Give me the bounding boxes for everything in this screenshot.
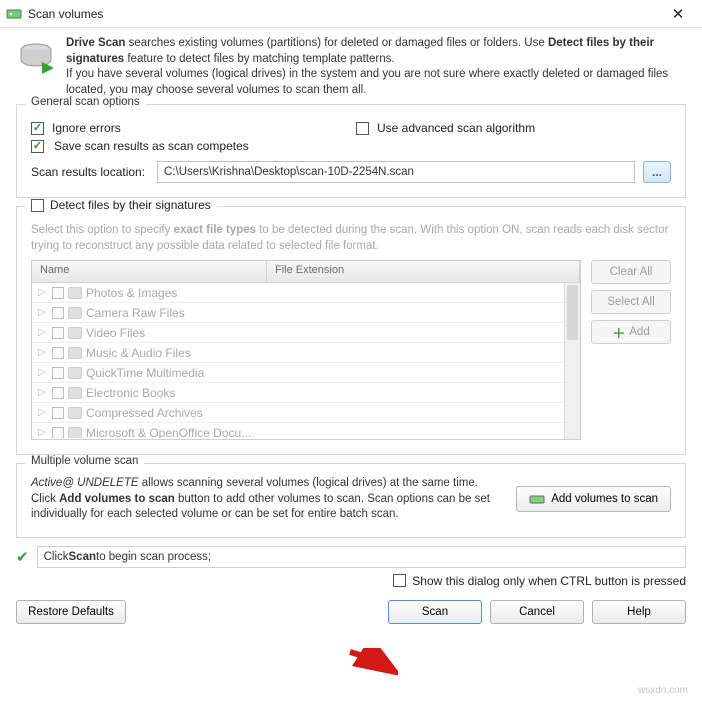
chevron-right-icon: ▷ [38,307,48,318]
filetype-checkbox[interactable] [52,367,64,379]
use-advanced-label: Use advanced scan algorithm [377,121,535,135]
general-scan-options: General scan options Ignore errors Use a… [16,104,686,198]
titlebar: Scan volumes ✕ [0,0,702,28]
save-results-checkbox[interactable] [31,140,44,153]
detect-files-checkbox[interactable] [31,199,44,212]
filetype-label: Microsoft & OpenOffice Docu... [86,426,251,439]
filetype-label: Photos & Images [86,286,177,300]
folder-icon [68,287,82,299]
watermark: wsxdn.com [638,685,688,696]
list-item[interactable]: ▷ Video Files [32,323,580,343]
list-item[interactable]: ▷ Photos & Images [32,283,580,303]
select-all-button[interactable]: Select All [591,290,671,314]
filetype-checkbox[interactable] [52,287,64,299]
show-dialog-label: Show this dialog only when CTRL button i… [412,574,686,588]
filetype-label: Electronic Books [86,386,175,400]
status-row: ✔ Click Scan to begin scan process; [16,546,686,568]
folder-icon [68,307,82,319]
window-title: Scan volumes [28,7,660,21]
filetype-checkbox[interactable] [52,427,64,439]
detect-files-section: Detect files by their signatures Select … [16,206,686,455]
list-item[interactable]: ▷ Camera Raw Files [32,303,580,323]
location-input[interactable]: C:\Users\Krishna\Desktop\scan-10D-2254N.… [157,161,635,183]
filetype-checkbox[interactable] [52,327,64,339]
folder-icon [68,367,82,379]
list-item[interactable]: ▷ QuickTime Multimedia [32,363,580,383]
intro-bold1: Drive Scan [66,37,125,49]
list-item[interactable]: ▷ Compressed Archives [32,403,580,423]
clear-all-button[interactable]: Clear All [591,260,671,284]
filetype-checkbox[interactable] [52,307,64,319]
folder-icon [68,427,82,439]
col-ext: File Extension [267,261,580,282]
scan-button[interactable]: Scan [388,600,482,624]
footer: Restore Defaults Scan Cancel Help [0,594,702,634]
browse-button[interactable]: ... [643,161,671,183]
chevron-right-icon: ▷ [38,367,48,378]
use-advanced-checkbox[interactable] [356,122,369,135]
list-item[interactable]: ▷ Microsoft & OpenOffice Docu... [32,423,580,438]
filetype-checkbox[interactable] [52,347,64,359]
add-button[interactable]: ＋Add [591,320,671,344]
ignore-errors-checkbox[interactable] [31,122,44,135]
show-dialog-checkbox[interactable] [393,574,406,587]
general-legend: General scan options [25,96,146,108]
chevron-right-icon: ▷ [38,427,48,438]
ignore-errors-label: Ignore errors [52,121,121,135]
folder-icon [68,347,82,359]
chevron-right-icon: ▷ [38,347,48,358]
annotation-arrow [348,648,398,678]
scrollbar[interactable] [564,283,580,439]
detect-legend: Detect files by their signatures [50,198,211,212]
location-label: Scan results location: [31,165,149,179]
chevron-right-icon: ▷ [38,287,48,298]
file-list-header: Name File Extension [32,261,580,283]
chevron-right-icon: ▷ [38,327,48,338]
filetype-checkbox[interactable] [52,407,64,419]
folder-icon [68,407,82,419]
folder-icon [68,327,82,339]
filetype-label: Music & Audio Files [86,346,191,360]
cancel-button[interactable]: Cancel [490,600,584,624]
status-text: Click Scan to begin scan process; [37,546,686,568]
help-button[interactable]: Help [592,600,686,624]
add-volumes-button[interactable]: Add volumes to scan [516,486,671,512]
filetype-label: QuickTime Multimedia [86,366,204,380]
multi-legend: Multiple volume scan [25,455,144,467]
check-icon: ✔ [16,548,29,566]
close-button[interactable]: ✕ [660,5,696,23]
restore-defaults-button[interactable]: Restore Defaults [16,600,126,624]
app-icon [6,6,22,22]
folder-icon [68,387,82,399]
filetype-checkbox[interactable] [52,387,64,399]
file-types-list: Name File Extension ▷ Photos & Images ▷ Cam… [31,260,581,440]
drive-scan-icon [16,36,56,76]
filetype-label: Compressed Archives [86,406,203,420]
col-name: Name [32,261,267,282]
intro-block: Drive Scan searches existing volumes (pa… [16,36,686,98]
chevron-right-icon: ▷ [38,387,48,398]
filetype-label: Video Files [86,326,145,340]
list-item[interactable]: ▷ Electronic Books [32,383,580,403]
save-results-label: Save scan results as scan competes [54,139,249,153]
multiple-volume-scan: Multiple volume scan Active@ UNDELETE al… [16,463,686,538]
list-item[interactable]: ▷ Music & Audio Files [32,343,580,363]
chevron-right-icon: ▷ [38,407,48,418]
filetype-label: Camera Raw Files [86,306,185,320]
volumes-icon [529,491,545,507]
